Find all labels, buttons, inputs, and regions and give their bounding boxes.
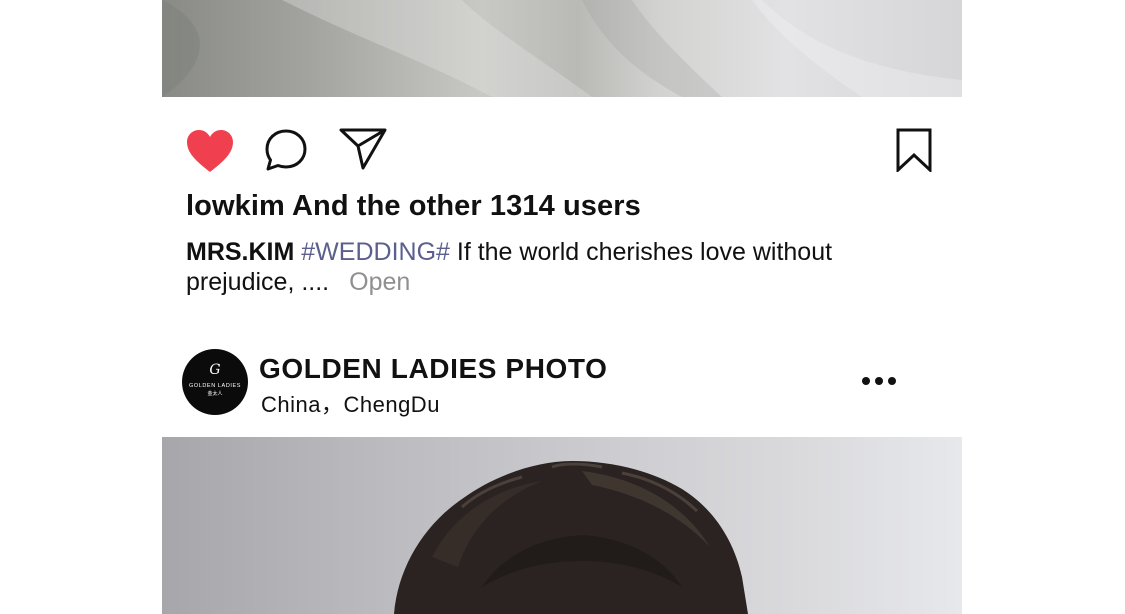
bookmark-icon[interactable] (895, 128, 933, 172)
ellipsis-icon[interactable] (862, 373, 896, 391)
avatar-brand-sub: 金太人 (207, 391, 223, 397)
speech-bubble-icon[interactable] (264, 128, 308, 172)
dot (862, 377, 870, 385)
likes-summary[interactable]: lowkim And the other 1314 users (186, 190, 641, 223)
avatar[interactable]: G GOLDEN LADIES 金太人 (182, 349, 248, 415)
account-name[interactable]: GOLDEN LADIES PHOTO (259, 353, 607, 385)
dot (875, 377, 883, 385)
avatar-brand: GOLDEN LADIES (188, 383, 242, 389)
post-action-bar (162, 97, 962, 187)
post-photo-top[interactable] (162, 0, 962, 97)
feed-page: lowkim And the other 1314 users MRS.KIM … (0, 0, 1125, 614)
location-label[interactable]: China，ChengDu (261, 387, 440, 419)
dot (888, 377, 896, 385)
post-header: G GOLDEN LADIES 金太人 GOLDEN LADIES PHOTO … (162, 345, 962, 425)
heart-filled-icon[interactable] (186, 129, 234, 173)
post-photo[interactable] (162, 437, 962, 614)
avatar-monogram: G (209, 362, 221, 378)
caption-open-link[interactable]: Open (349, 268, 410, 296)
portrait-image (394, 461, 748, 614)
post-caption: MRS.KIM #WEDDING# If the world cherishes… (186, 237, 866, 297)
fabric-image (162, 0, 962, 97)
caption-hashtag[interactable]: #WEDDING# (301, 238, 450, 266)
paper-plane-icon[interactable] (339, 127, 387, 171)
caption-author[interactable]: MRS.KIM (186, 238, 294, 266)
